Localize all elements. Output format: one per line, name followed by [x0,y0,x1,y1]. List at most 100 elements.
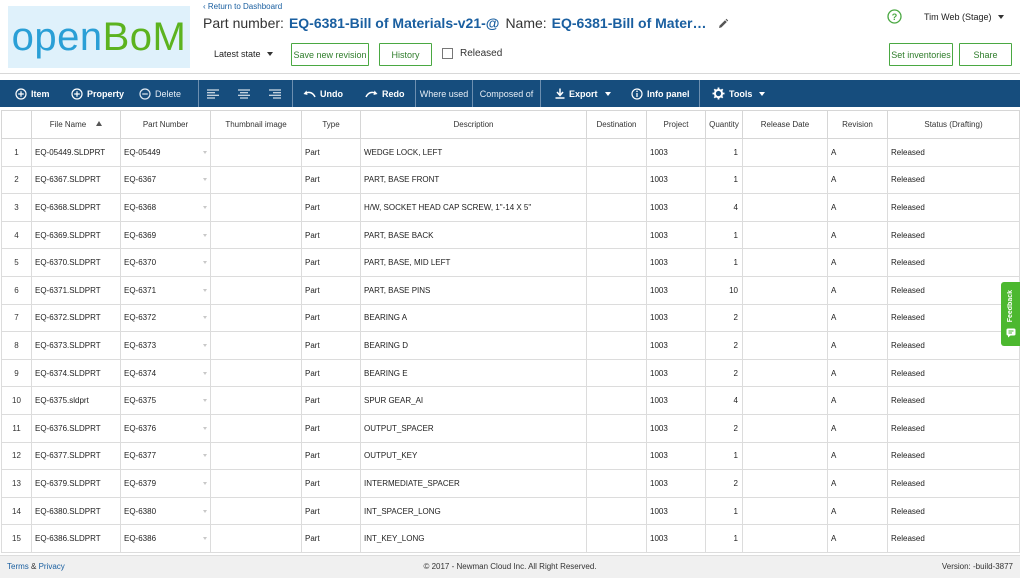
status-cell[interactable]: Released [887,275,1020,305]
project-cell[interactable]: 1003 [646,469,706,498]
chevron-down-icon[interactable] [203,261,207,265]
table-row[interactable]: 7 EQ-6372.SLDPRT EQ-6372 Part BEARING A … [1,303,1020,333]
thumbnail-cell[interactable] [210,469,302,498]
align-center-button[interactable] [230,80,261,107]
quantity-cell[interactable]: 4 [705,193,743,222]
table-row[interactable]: 2 EQ-6367.SLDPRT EQ-6367 Part PART, BASE… [1,165,1020,195]
chevron-down-icon[interactable] [203,454,207,458]
file-name-cell[interactable]: EQ-6386.SLDPRT [31,524,121,553]
file-name-cell[interactable]: EQ-6371.SLDPRT [31,275,121,305]
table-row[interactable]: 1 EQ-05449.SLDPRT EQ-05449 Part WEDGE LO… [1,138,1020,167]
status-cell[interactable]: Released [887,220,1020,250]
type-cell[interactable]: Part [301,496,361,526]
description-cell[interactable]: PART, BASE FRONT [360,165,587,195]
export-dropdown[interactable]: Export [555,80,626,107]
quantity-cell[interactable]: 4 [705,386,743,415]
released-checkbox[interactable] [442,48,453,59]
chevron-down-icon[interactable] [203,537,207,541]
release-date-cell[interactable] [742,275,828,305]
chevron-down-icon[interactable] [203,233,207,237]
add-property-button[interactable]: Property [71,80,139,107]
align-left-button[interactable] [199,80,230,107]
thumbnail-cell[interactable] [210,358,302,388]
revision-cell[interactable]: A [827,165,888,195]
return-to-dashboard-link[interactable]: ‹ Return to Dashboard [203,2,282,11]
file-name-cell[interactable]: EQ-05449.SLDPRT [31,138,121,167]
column-header-part-number[interactable]: Part Number [120,110,211,139]
status-cell[interactable]: Released [887,358,1020,388]
quantity-cell[interactable]: 2 [705,303,743,333]
release-date-cell[interactable] [742,441,828,471]
type-cell[interactable]: Part [301,220,361,250]
feedback-tab[interactable]: Feedback [1001,282,1020,346]
chevron-down-icon[interactable] [203,205,207,209]
part-number-cell[interactable]: EQ-6373 [120,331,211,360]
release-date-cell[interactable] [742,303,828,333]
table-row[interactable]: 3 EQ-6368.SLDPRT EQ-6368 Part H/W, SOCKE… [1,193,1020,222]
column-header-file-name[interactable]: File Name [31,110,121,139]
table-row[interactable]: 4 EQ-6369.SLDPRT EQ-6369 Part PART, BASE… [1,220,1020,250]
status-cell[interactable]: Released [887,248,1020,277]
part-number-cell[interactable]: EQ-6380 [120,496,211,526]
release-date-cell[interactable] [742,248,828,277]
project-cell[interactable]: 1003 [646,248,706,277]
chevron-down-icon[interactable] [203,371,207,375]
add-item-button[interactable]: Item [15,80,67,107]
destination-cell[interactable] [586,248,647,277]
thumbnail-cell[interactable] [210,220,302,250]
chevron-down-icon[interactable] [203,509,207,513]
quantity-cell[interactable]: 2 [705,469,743,498]
file-name-cell[interactable]: EQ-6372.SLDPRT [31,303,121,333]
quantity-cell[interactable]: 2 [705,413,743,443]
table-row[interactable]: 6 EQ-6371.SLDPRT EQ-6371 Part PART, BASE… [1,275,1020,305]
chevron-down-icon[interactable] [203,481,207,485]
destination-cell[interactable] [586,165,647,195]
project-cell[interactable]: 1003 [646,138,706,167]
release-date-cell[interactable] [742,138,828,167]
type-cell[interactable]: Part [301,413,361,443]
redo-button[interactable]: Redo [365,80,415,107]
thumbnail-cell[interactable] [210,413,302,443]
type-cell[interactable]: Part [301,165,361,195]
thumbnail-cell[interactable] [210,303,302,333]
project-cell[interactable]: 1003 [646,358,706,388]
released-filter[interactable]: Released [442,48,502,59]
state-dropdown[interactable]: Latest state [214,49,273,59]
part-number-cell[interactable]: EQ-6379 [120,469,211,498]
description-cell[interactable]: BEARING D [360,331,587,360]
release-date-cell[interactable] [742,496,828,526]
chevron-down-icon[interactable] [203,426,207,430]
destination-cell[interactable] [586,441,647,471]
chevron-down-icon[interactable] [203,316,207,320]
description-cell[interactable]: BEARING E [360,358,587,388]
revision-cell[interactable]: A [827,358,888,388]
release-date-cell[interactable] [742,220,828,250]
revision-cell[interactable]: A [827,413,888,443]
table-row[interactable]: 11 EQ-6376.SLDPRT EQ-6376 Part OUTPUT_SP… [1,413,1020,443]
part-number-cell[interactable]: EQ-6376 [120,413,211,443]
project-cell[interactable]: 1003 [646,331,706,360]
part-number-cell[interactable]: EQ-6377 [120,441,211,471]
part-number-cell[interactable]: EQ-6371 [120,275,211,305]
revision-cell[interactable]: A [827,193,888,222]
thumbnail-cell[interactable] [210,248,302,277]
type-cell[interactable]: Part [301,441,361,471]
status-cell[interactable]: Released [887,496,1020,526]
composed-of-button[interactable]: Composed of [473,80,540,107]
thumbnail-cell[interactable] [210,193,302,222]
quantity-cell[interactable]: 1 [705,248,743,277]
file-name-cell[interactable]: EQ-6370.SLDPRT [31,248,121,277]
type-cell[interactable]: Part [301,524,361,553]
project-cell[interactable]: 1003 [646,220,706,250]
chevron-down-icon[interactable] [203,178,207,182]
destination-cell[interactable] [586,496,647,526]
name-value[interactable]: EQ-6381-Bill of Mater… [552,15,707,31]
type-cell[interactable]: Part [301,275,361,305]
where-used-button[interactable]: Where used [416,80,472,107]
part-number-cell[interactable]: EQ-6372 [120,303,211,333]
project-cell[interactable]: 1003 [646,193,706,222]
destination-cell[interactable] [586,138,647,167]
description-cell[interactable]: OUTPUT_KEY [360,441,587,471]
project-cell[interactable]: 1003 [646,275,706,305]
thumbnail-cell[interactable] [210,275,302,305]
